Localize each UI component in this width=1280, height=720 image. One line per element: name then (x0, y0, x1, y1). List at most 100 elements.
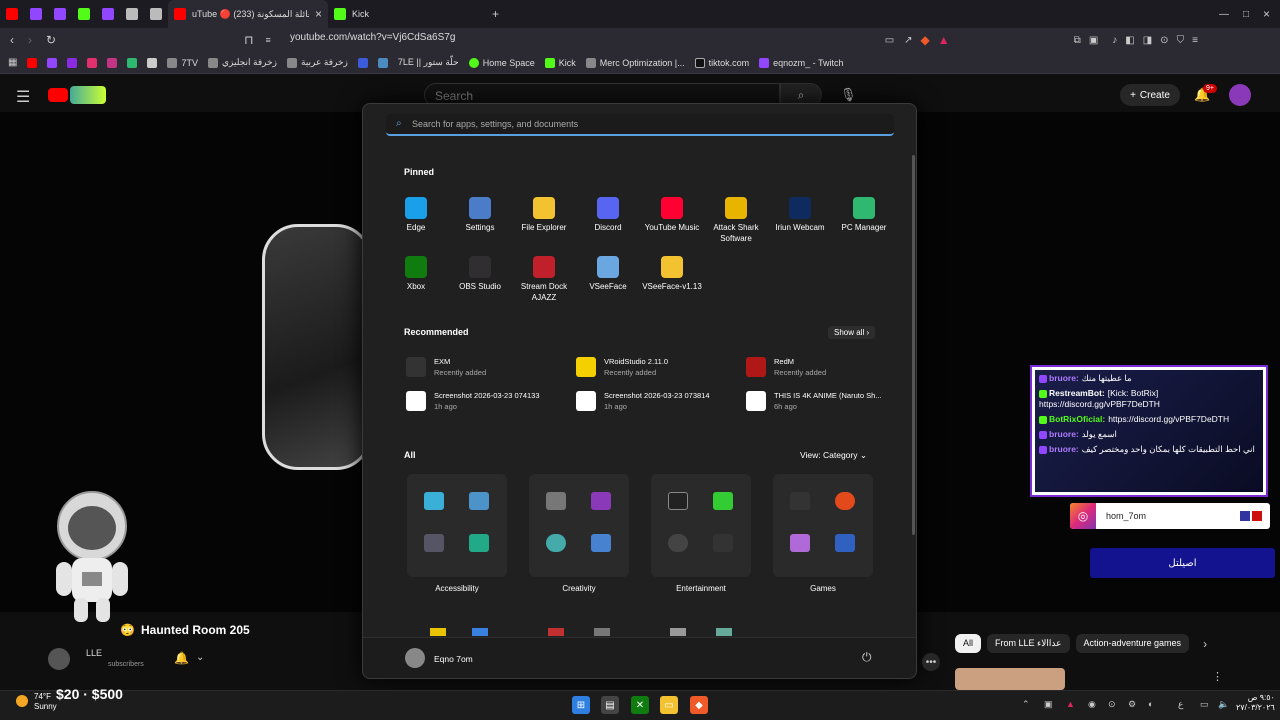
pinned-app[interactable]: Attack Shark Software (704, 197, 768, 244)
pinned-app[interactable]: Stream Dock AJAZZ (512, 256, 576, 303)
recommended-item[interactable]: VRoidStudio 2.11.0 Recently added (576, 357, 736, 377)
wallet-icon[interactable]: ▣ (1089, 35, 1098, 46)
xbox-icon[interactable]: ✕ (631, 696, 649, 714)
bookmark-merc[interactable]: Merc Optimization |... (585, 57, 685, 68)
category-entertainment[interactable] (651, 474, 751, 577)
hamburger-menu-icon[interactable]: ☰ (16, 87, 30, 107)
tab-other[interactable] (144, 0, 168, 28)
recommended-item[interactable]: THIS IS 4K ANIME (Naruto Sh... 6h ago (746, 391, 906, 411)
view-category-dropdown[interactable]: View: Category ⌄ (800, 450, 867, 461)
create-button[interactable]: + Create (1120, 84, 1180, 106)
network-icon[interactable]: ▭ (1200, 699, 1209, 710)
twitch-icon[interactable] (47, 57, 58, 68)
chip-action-adventure[interactable]: Action-adventure games (1075, 634, 1190, 653)
pinned-app[interactable]: Settings (448, 197, 512, 244)
new-tab-icon[interactable]: + (492, 7, 499, 21)
recommended-item[interactable]: Screenshot 2026-03-23 074133 1h ago (406, 391, 566, 411)
category-accessibility[interactable] (407, 474, 507, 577)
more-options-icon[interactable]: ••• (922, 653, 940, 671)
chip-from-channel[interactable]: From LLE عداالاء (987, 634, 1070, 653)
channel-name[interactable]: LLE (86, 648, 102, 658)
bookmark-english-decor[interactable]: زخرفة انجليزي (207, 57, 277, 68)
maximize-icon[interactable]: □ (1243, 9, 1249, 20)
bookmark-7tv[interactable]: 7TV (167, 57, 198, 68)
youtube-icon[interactable] (27, 57, 38, 68)
sidebar-icon[interactable]: ◧ (1125, 35, 1134, 46)
start-scrollbar[interactable] (912, 155, 915, 535)
vpn-icon[interactable]: ⊙ (1160, 35, 1168, 46)
cast-icon[interactable]: ▭ (885, 35, 894, 46)
pinned-app[interactable]: Discord (576, 197, 640, 244)
microphone-icon[interactable]: 🎙 (840, 87, 857, 103)
user-name[interactable]: Eqno 7om (434, 654, 473, 664)
tray-app-icon[interactable]: ▲ (1066, 699, 1075, 709)
bookmark-kick[interactable]: Kick (544, 57, 576, 68)
tab-youtube[interactable] (0, 0, 24, 28)
subscribe-bell-icon[interactable]: 🔔 (174, 651, 189, 665)
user-avatar[interactable] (405, 648, 425, 668)
language-indicator[interactable]: ع (1178, 699, 1183, 710)
shield-icon[interactable]: ⛉ (1177, 35, 1185, 46)
close-window-icon[interactable]: × (1263, 7, 1270, 21)
bookmark-7le-store[interactable]: 7LE || حلّة ستور (398, 57, 459, 68)
recommended-item[interactable]: Screenshot 2026-03-23 073814 1h ago (576, 391, 736, 411)
tray-app-icon[interactable]: ◐ (1148, 699, 1153, 709)
extensions-icon[interactable]: ⧉ (1074, 35, 1081, 46)
clock[interactable]: ٩:٥٠ ص ٢٧/٠٣/٢٠٢٦ (1236, 693, 1275, 713)
avatar[interactable] (1229, 84, 1251, 106)
store-icon[interactable]: ▤ (601, 696, 619, 714)
pinned-app[interactable]: PC Manager (832, 197, 896, 244)
minimize-icon[interactable]: — (1219, 9, 1229, 20)
kebab-menu-icon[interactable]: ⋮ (1212, 670, 1223, 683)
back-icon[interactable]: ‹ (10, 33, 14, 47)
bookmark-icon[interactable] (107, 57, 118, 68)
tab-twitch[interactable] (24, 0, 48, 28)
recommended-item[interactable]: RedM Recently added (746, 357, 906, 377)
bookmark-tiktok[interactable]: tiktok.com (694, 57, 749, 68)
file-explorer-icon[interactable]: ▭ (660, 696, 678, 714)
tab-youtube-active[interactable]: uTube 🔴 العائلة المسكونة (233) × (168, 0, 328, 28)
reload-icon[interactable]: ↻ (46, 33, 56, 47)
power-icon[interactable]: ⏻ (862, 650, 872, 665)
bookmark-icon[interactable]: ⊓ (244, 33, 253, 47)
tray-app-icon[interactable]: ⚙ (1128, 699, 1136, 710)
pinned-app[interactable]: Iriun Webcam (768, 197, 832, 244)
instagram-icon[interactable] (87, 57, 98, 68)
tab-twitch[interactable] (48, 0, 72, 28)
apps-grid-icon[interactable]: ▦ (8, 57, 17, 68)
sun-icon[interactable] (16, 695, 28, 707)
bookmark-icon[interactable] (377, 57, 388, 68)
tab-discord[interactable] (120, 0, 144, 28)
pinned-app[interactable]: OBS Studio (448, 256, 512, 303)
bookmark-twitch[interactable]: eqnozm_ - Twitch (759, 57, 844, 68)
close-icon[interactable]: × (315, 7, 322, 21)
music-icon[interactable]: ♪ (1112, 35, 1117, 46)
menu-icon[interactable]: ≡ (1192, 35, 1198, 46)
category-creativity[interactable] (529, 474, 629, 577)
related-video-thumbnail[interactable] (955, 668, 1065, 690)
pinned-app[interactable]: Xbox (384, 256, 448, 303)
tab-kick[interactable] (72, 0, 96, 28)
tab-kick[interactable]: Kick (328, 0, 488, 28)
url-input[interactable]: youtube.com/watch?v=Vj6CdSa6S7g (290, 32, 455, 43)
youtube-logo-icon[interactable] (48, 88, 68, 102)
bookmark-icon[interactable] (147, 57, 158, 68)
pinned-app[interactable]: YouTube Music (640, 197, 704, 244)
tray-app-icon[interactable]: ◉ (1088, 699, 1096, 710)
bookmark-icon[interactable] (127, 57, 138, 68)
tray-app-icon[interactable]: ⊙ (1108, 699, 1116, 710)
brave-shield-icon[interactable]: ◆ (921, 33, 930, 47)
forward-icon[interactable]: › (28, 33, 32, 47)
chevron-right-icon[interactable]: › (1203, 634, 1207, 653)
chevron-down-icon[interactable]: ⌄ (196, 652, 204, 663)
site-info-icon[interactable]: ≡ (265, 35, 270, 45)
weather-widget[interactable]: 74°F Sunny (34, 692, 57, 712)
tray-chevron-up-icon[interactable]: ⌃ (1022, 699, 1030, 710)
brave-browser-icon[interactable]: ◆ (690, 696, 708, 714)
tab-twitch[interactable] (96, 0, 120, 28)
channel-avatar[interactable] (48, 648, 70, 670)
pinned-app[interactable]: VSeeFace-v1.13 (640, 256, 704, 303)
pinned-app[interactable]: VSeeFace (576, 256, 640, 303)
bookmark-icon[interactable] (67, 57, 78, 68)
bookmark-arabic-decor[interactable]: زخرفة عربية (287, 57, 348, 68)
